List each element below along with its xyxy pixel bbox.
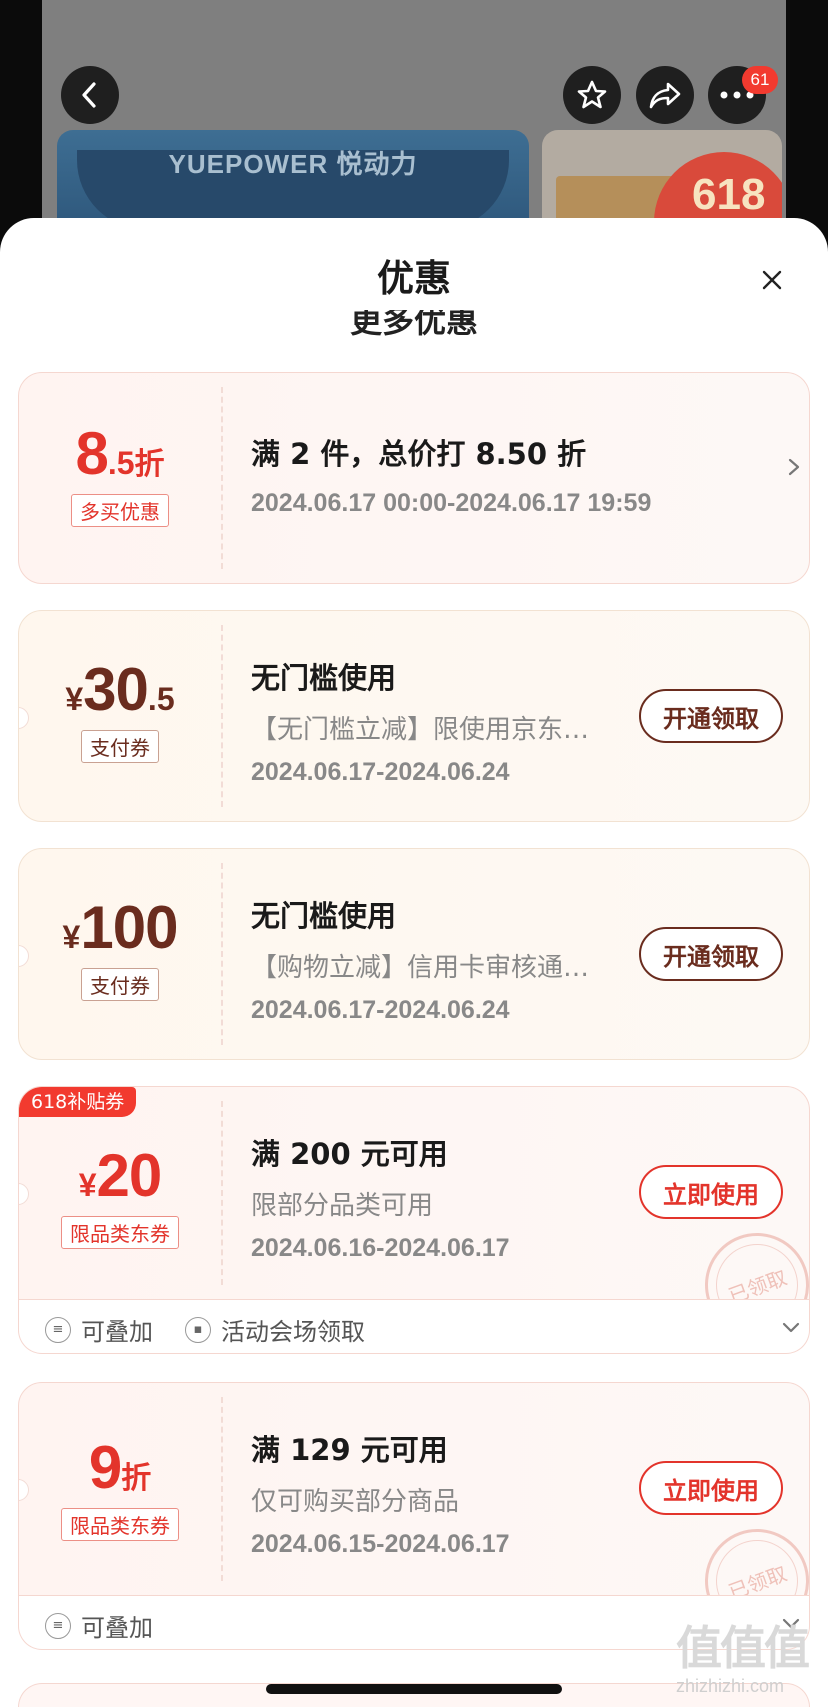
activate-claim-button[interactable]: 开通领取 — [639, 927, 783, 981]
stackable-info: ≡ 可叠加 — [45, 1608, 153, 1643]
star-icon — [577, 80, 607, 109]
stackable-label: 可叠加 — [81, 1614, 153, 1642]
coupon-date: 2024.06.17-2024.06.24 — [251, 996, 510, 1024]
coupon-type-tag: 多买优惠 — [71, 494, 169, 527]
coupon-date: 2024.06.17 00:00-2024.06.17 19:59 — [251, 489, 652, 517]
close-icon — [762, 270, 782, 290]
share-button[interactable] — [636, 66, 694, 124]
coupon-title: 满 200 元可用 — [251, 1137, 448, 1171]
coupon-card: 9折 限品类东券 满 129 元可用 仅可购买部分商品 2024.06.15-2… — [18, 1382, 810, 1596]
coupon-footer: ≡ 可叠加 ▪ 活动会场领取 — [18, 1300, 810, 1354]
card-divider — [221, 1101, 223, 1285]
coupon-info: 满 129 元可用 仅可购买部分商品 2024.06.15-2024.06.17 — [251, 1427, 510, 1559]
coupon-amount: 8.5折 — [75, 420, 165, 487]
coupon-description: 限部分品类可用 — [251, 1191, 434, 1221]
coupon-type-tag: 限品类东券 — [61, 1216, 179, 1249]
coupon-info: 满 2 件，总价打 8.50 折 2024.06.17 00:00-2024.0… — [251, 431, 651, 518]
coupon-card[interactable]: 8.5折 多买优惠 满 2 件，总价打 8.50 折 2024.06.17 00… — [18, 372, 810, 584]
back-button[interactable] — [61, 66, 119, 124]
coupon-amount-block: ¥100 支付券 — [19, 893, 221, 1001]
coupon-type-tag: 支付券 — [81, 968, 159, 1001]
coupon-description: 仅可购买部分商品 — [251, 1487, 460, 1517]
ticket-icon: ▪ — [185, 1316, 211, 1343]
card-divider — [221, 625, 223, 807]
home-indicator[interactable] — [266, 1684, 562, 1694]
coupon-title: 满 129 元可用 — [251, 1433, 448, 1467]
coupon-info: 满 200 元可用 限部分品类可用 2024.06.16-2024.06.17 — [251, 1131, 510, 1263]
coupon-amount: ¥20 — [78, 1142, 163, 1209]
favorite-button[interactable] — [563, 66, 621, 124]
coupon-card: 618补贴券 ¥20 限品类东券 满 200 元可用 限部分品类可用 2024.… — [18, 1086, 810, 1300]
coupon-type-tag: 限品类东券 — [61, 1508, 179, 1541]
use-now-button[interactable]: 立即使用 — [639, 1461, 783, 1515]
source-label: 活动会场领取 — [221, 1318, 365, 1346]
coupon-title: 满 2 件，总价打 8.50 折 — [251, 437, 587, 471]
claimed-stamp: 已领取 — [690, 1218, 809, 1299]
card-divider — [221, 387, 223, 569]
coupon-amount-block: ¥30.5 支付券 — [19, 655, 221, 763]
stack-icon: ≡ — [45, 1612, 71, 1639]
coupon-type-tag: 支付券 — [81, 730, 159, 763]
stack-icon: ≡ — [45, 1316, 71, 1343]
watermark-url: zhizhizhi.com — [676, 1676, 785, 1696]
claimed-stamp: 已领取 — [690, 1514, 809, 1595]
coupon-info: 无门槛使用 【无门槛立减】限使用京东… 2024.06.17-2024.06.2… — [251, 655, 589, 787]
coupon-amount: 9折 — [88, 1434, 152, 1501]
stackable-label: 可叠加 — [81, 1318, 153, 1346]
source-info: ▪ 活动会场领取 — [185, 1312, 365, 1347]
banner-text: YUEPOWER 悦动力 — [168, 149, 418, 179]
section-label: 更多优惠 — [349, 310, 478, 340]
card-divider — [221, 863, 223, 1045]
coupon-amount-block: 8.5折 多买优惠 — [19, 419, 221, 527]
coupon-amount-block: 9折 限品类东券 — [19, 1433, 221, 1541]
coupon-description: 【无门槛立减】限使用京东… — [251, 715, 590, 745]
promo-number: 618 — [692, 170, 766, 219]
coupon-date: 2024.06.17-2024.06.24 — [251, 758, 510, 786]
activate-claim-button[interactable]: 开通领取 — [639, 689, 783, 743]
close-button[interactable] — [750, 258, 794, 302]
stackable-info: ≡ 可叠加 — [45, 1312, 153, 1347]
coupon-amount: ¥30.5 — [65, 656, 175, 723]
sheet-title: 优惠 — [377, 257, 451, 300]
coupon-amount: ¥100 — [62, 894, 179, 961]
coupon-description: 【购物立减】信用卡审核通… — [251, 953, 590, 983]
chevron-right-icon — [788, 458, 800, 476]
coupon-amount-block: ¥20 限品类东券 — [19, 1141, 221, 1249]
subsidy-ribbon: 618补贴券 — [19, 1087, 137, 1117]
coupon-date: 2024.06.16-2024.06.17 — [251, 1234, 510, 1262]
share-icon — [649, 82, 681, 109]
use-now-button[interactable]: 立即使用 — [639, 1165, 783, 1219]
coupon-card: ¥100 支付券 无门槛使用 【购物立减】信用卡审核通… 2024.06.17-… — [18, 848, 810, 1060]
coupon-title: 无门槛使用 — [251, 661, 397, 695]
watermark-logo: 值值值 — [676, 1621, 810, 1675]
coupon-date: 2024.06.15-2024.06.17 — [251, 1530, 510, 1558]
notification-badge: 61 — [742, 66, 778, 94]
back-arrow-icon — [82, 82, 96, 108]
chevron-down-icon[interactable] — [781, 1318, 801, 1338]
coupon-info: 无门槛使用 【购物立减】信用卡审核通… 2024.06.17-2024.06.2… — [251, 893, 589, 1025]
coupon-title: 无门槛使用 — [251, 899, 397, 933]
card-divider — [221, 1397, 223, 1581]
coupon-card: ¥30.5 支付券 无门槛使用 【无门槛立减】限使用京东… 2024.06.17… — [18, 610, 810, 822]
coupon-sheet: 优惠 更多优惠 8.5折 多买优惠 满 2 件，总价打 8.50 折 2024.… — [0, 218, 828, 1707]
